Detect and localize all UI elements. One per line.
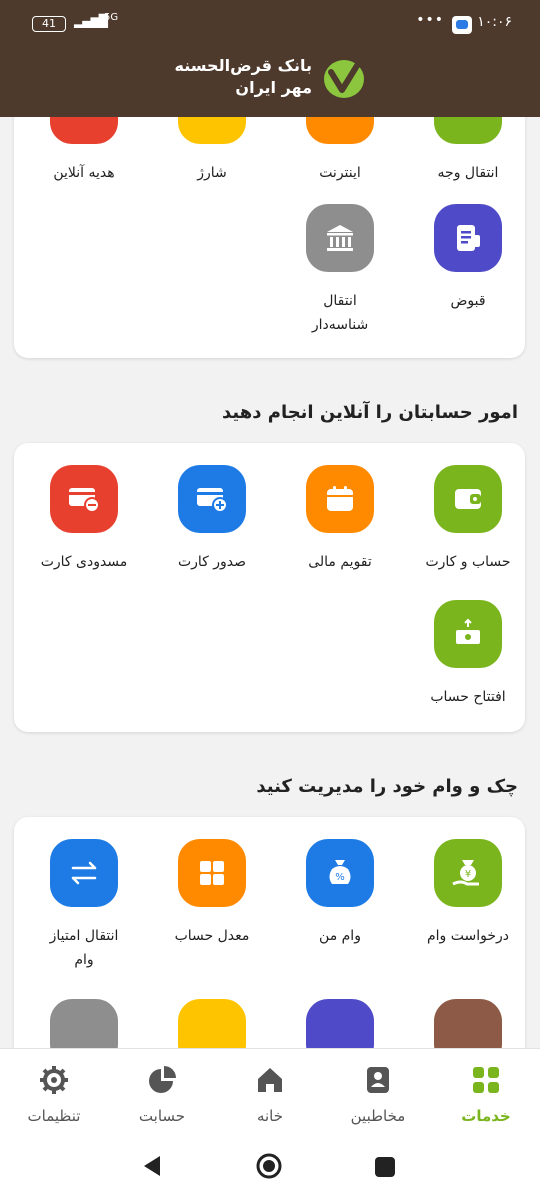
brand-name-line2: مهر ایران bbox=[235, 78, 312, 97]
calculator-icon bbox=[178, 839, 246, 907]
nav-label: حسابت bbox=[138, 1107, 186, 1125]
nav-settings[interactable]: تنظیمات bbox=[4, 1065, 104, 1125]
money-icon bbox=[434, 600, 502, 668]
loan-section-title: چک و وام خود را مدیریت کنید bbox=[256, 776, 518, 797]
service-label: درخواست وام bbox=[426, 928, 510, 944]
service-label: صدور کارت bbox=[177, 554, 247, 570]
nav-contacts[interactable]: مخاطبین bbox=[328, 1065, 428, 1125]
service-open-account[interactable]: افتتاح حساب bbox=[409, 600, 527, 709]
pie-chart-icon bbox=[149, 1066, 176, 1093]
notification-dots: ••• bbox=[416, 12, 444, 28]
back-icon[interactable] bbox=[140, 1154, 164, 1178]
service-label: تقویم مالی bbox=[308, 554, 372, 570]
nav-label: خانه bbox=[256, 1107, 284, 1125]
accounts-card: حساب و کارت تقویم مالی صدور کارت مسدودی … bbox=[14, 443, 525, 732]
nav-home[interactable]: خانه bbox=[220, 1065, 320, 1125]
service-label: اینترنت bbox=[319, 165, 361, 181]
nav-label: خدمات bbox=[461, 1107, 511, 1125]
service-issue-card[interactable]: صدور کارت bbox=[153, 465, 271, 574]
svg-text:%: % bbox=[335, 872, 345, 883]
service-label: معدل حساب bbox=[174, 928, 250, 944]
nav-accounts[interactable]: حسابت bbox=[112, 1065, 212, 1125]
money-bag-icon: % bbox=[306, 839, 374, 907]
service-loan-transfer[interactable]: انتقال امتیاز وام bbox=[25, 839, 143, 972]
calendar-icon bbox=[306, 465, 374, 533]
nav-label: مخاطبین bbox=[350, 1107, 406, 1125]
service-my-loan[interactable]: % وام من bbox=[281, 839, 399, 948]
service-block-card[interactable]: مسدودی کارت bbox=[25, 465, 143, 574]
service-label: قبوض bbox=[450, 293, 486, 309]
nav-services[interactable]: خدمات bbox=[436, 1065, 536, 1125]
swap-arrows-icon bbox=[50, 839, 118, 907]
service-label: انتقال امتیاز وام bbox=[49, 928, 119, 968]
service-bills[interactable]: قبوض bbox=[409, 204, 527, 313]
service-label: افتتاح حساب bbox=[430, 689, 506, 705]
service-label: شارژ bbox=[197, 165, 227, 181]
bank-logo-icon bbox=[324, 60, 364, 98]
status-bar: 41 ▂▄▆█ 5G ••• ۱۰:۰۶ bbox=[0, 12, 540, 38]
service-calendar[interactable]: تقویم مالی bbox=[281, 465, 399, 574]
card-block-icon bbox=[50, 465, 118, 533]
home-button-icon[interactable] bbox=[255, 1152, 283, 1180]
svg-text:¥: ¥ bbox=[465, 869, 471, 880]
service-label: وام من bbox=[319, 928, 361, 944]
service-account-average[interactable]: معدل حساب bbox=[153, 839, 271, 948]
system-navigation-bar bbox=[0, 1136, 540, 1200]
bank-brand: بانک قرض‌الحسنه مهر ایران bbox=[170, 54, 370, 102]
service-account-card[interactable]: حساب و کارت bbox=[409, 465, 527, 574]
recents-icon[interactable] bbox=[374, 1156, 396, 1178]
signal-icon: ▂▄▆█ bbox=[74, 14, 108, 28]
contacts-icon bbox=[367, 1067, 389, 1093]
home-icon bbox=[258, 1068, 282, 1092]
wallet-icon bbox=[434, 465, 502, 533]
grid-icon bbox=[473, 1067, 499, 1093]
nav-label: تنظیمات bbox=[27, 1107, 81, 1125]
bank-building-icon bbox=[306, 204, 374, 272]
status-time: ۱۰:۰۶ bbox=[477, 14, 512, 30]
service-label: مسدودی کارت bbox=[40, 554, 128, 570]
card-add-icon bbox=[178, 465, 246, 533]
message-icon bbox=[452, 16, 472, 34]
bill-icon bbox=[434, 204, 502, 272]
app-header: 41 ▂▄▆█ 5G ••• ۱۰:۰۶ بانک قرض‌الحسنه مهر… bbox=[0, 0, 540, 117]
brand-name-line1: بانک قرض‌الحسنه bbox=[174, 56, 312, 75]
service-label: انتقال شناسه‌دار bbox=[311, 293, 369, 333]
accounts-section-title: امور حسابتان را آنلاین انجام دهید bbox=[222, 402, 518, 423]
network-type: 5G bbox=[104, 12, 119, 23]
service-label: هدیه آنلاین bbox=[53, 165, 115, 181]
service-label: حساب و کارت bbox=[425, 554, 511, 570]
service-label: انتقال وجه bbox=[437, 165, 499, 181]
loan-request-icon: ¥ bbox=[434, 839, 502, 907]
bottom-navigation: خدمات مخاطبین خانه حسابت تنظیمات bbox=[0, 1048, 540, 1136]
service-loan-request[interactable]: ¥ درخواست وام bbox=[409, 839, 527, 948]
battery-indicator: 41 bbox=[32, 16, 66, 32]
gear-icon bbox=[40, 1066, 68, 1094]
service-id-transfer[interactable]: انتقال شناسه‌دار bbox=[281, 204, 399, 337]
